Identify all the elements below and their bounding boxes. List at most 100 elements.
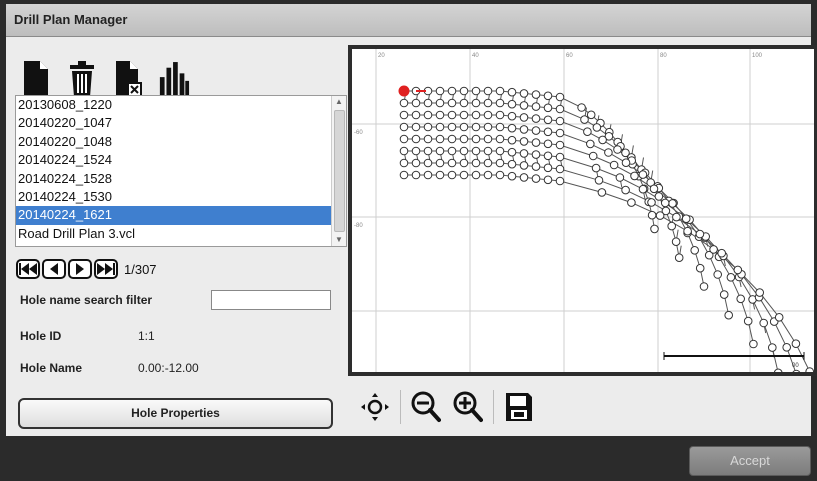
plan-list-item[interactable]: 20140224_1528 <box>16 170 332 188</box>
drill-hole <box>471 158 481 168</box>
scroll-up-arrow[interactable]: ▲ <box>332 96 346 108</box>
x-tick-label: 40 <box>472 53 479 59</box>
drill-hole <box>423 98 433 108</box>
save-button[interactable] <box>502 389 536 425</box>
drill-hole <box>615 173 625 182</box>
drill-hole <box>435 110 445 120</box>
drill-hole <box>483 122 493 132</box>
drill-hole <box>591 163 601 173</box>
scroll-thumb[interactable] <box>334 110 345 232</box>
chart-icon <box>159 62 190 96</box>
hole-name-value: 0.00:-12.00 <box>138 361 199 375</box>
drill-hole <box>647 210 657 220</box>
drill-hole <box>447 86 457 96</box>
first-hole-button[interactable] <box>16 259 40 279</box>
drill-hole <box>690 246 700 255</box>
tool-separator <box>493 390 494 424</box>
drill-hole <box>597 188 607 197</box>
plan-list-item[interactable]: 20140224_1621 <box>16 206 332 225</box>
drill-hole <box>471 98 481 108</box>
drill-hole <box>555 140 565 150</box>
drill-hole <box>543 103 553 113</box>
search-filter-label: Hole name search filter <box>20 293 153 307</box>
zoom-in-button[interactable] <box>451 389 485 425</box>
drill-hole <box>483 134 493 144</box>
previous-hole-button[interactable] <box>42 259 66 279</box>
drill-hole <box>519 125 529 134</box>
drill-hole <box>435 86 445 96</box>
hole-name-search-input[interactable] <box>211 290 331 310</box>
drill-hole <box>647 198 656 207</box>
accept-button[interactable]: Accept <box>689 446 811 476</box>
drill-hole <box>650 224 659 234</box>
title-bar: Drill Plan Manager <box>6 4 811 37</box>
drill-hole <box>447 158 457 168</box>
plan-list-item[interactable]: 20140224_1530 <box>16 188 332 206</box>
drill-hole <box>726 273 736 282</box>
y-tick-label: -80 <box>354 223 363 229</box>
drill-hole <box>543 151 553 161</box>
drill-hole <box>459 134 469 144</box>
drill-hole <box>495 86 505 96</box>
zoom-out-icon <box>411 391 441 422</box>
skip-to-last-icon <box>97 263 115 275</box>
scroll-down-arrow[interactable]: ▼ <box>332 234 346 246</box>
drill-hole <box>805 367 814 372</box>
export-plan-button[interactable] <box>112 57 144 99</box>
drill-plan-view[interactable]: 20 40 60 80 100 -60 -80 00 <box>348 45 817 376</box>
drill-hole <box>507 111 517 121</box>
last-hole-button[interactable] <box>94 259 118 279</box>
plan-list-item[interactable]: 20140220_1048 <box>16 133 332 151</box>
drill-hole <box>531 114 541 123</box>
drill-plan-list[interactable]: 20130608_1220 20140220_1047 20140220_1048 2… <box>15 95 347 247</box>
drill-hole <box>724 310 734 320</box>
drill-hole <box>495 134 505 144</box>
plan-list-item[interactable]: 20140220_1047 <box>16 114 332 132</box>
drill-hole <box>613 145 622 154</box>
drill-hole <box>471 170 481 180</box>
zoom-out-button[interactable] <box>409 389 443 425</box>
drill-hole <box>495 146 505 156</box>
drill-hole <box>459 110 469 120</box>
drill-hole <box>555 92 565 102</box>
drill-hole <box>447 146 457 156</box>
drill-hole <box>638 170 648 179</box>
list-scrollbar[interactable]: ▲ ▼ <box>331 96 346 246</box>
drill-hole <box>411 122 421 132</box>
drill-hole <box>655 211 665 220</box>
new-plan-button[interactable] <box>20 57 52 99</box>
drill-hole <box>423 146 433 156</box>
dialog-body: 20130608_1220 20140220_1047 20140220_1048 2… <box>6 37 817 436</box>
recenter-button[interactable] <box>358 389 392 425</box>
delete-plan-button[interactable] <box>66 57 98 99</box>
drill-hole <box>782 343 792 352</box>
drill-hole <box>531 126 541 135</box>
drill-hole <box>654 192 664 201</box>
drill-plan-canvas[interactable]: 20 40 60 80 100 -60 -80 00 <box>352 49 814 372</box>
drill-hole <box>592 123 602 132</box>
drill-hole <box>749 339 758 349</box>
plan-list-item[interactable]: Road Drill Plan 3.vcl <box>16 225 332 243</box>
drill-hole <box>471 86 481 96</box>
drill-hole <box>649 184 659 194</box>
next-hole-button[interactable] <box>68 259 92 279</box>
drill-hole <box>495 158 505 168</box>
drill-hole <box>519 173 529 182</box>
plan-list-item[interactable]: 20130608_1220 <box>16 96 332 114</box>
statistics-button[interactable] <box>158 57 190 99</box>
drill-hole <box>588 151 598 161</box>
drill-hole <box>459 158 469 168</box>
drill-hole <box>555 152 565 162</box>
plan-list-item[interactable]: 20140224_1524 <box>16 151 332 169</box>
hole-properties-button[interactable]: Hole Properties <box>18 398 333 429</box>
scale-bar-label: 00 <box>792 363 799 369</box>
x-tick-label: 20 <box>378 53 385 59</box>
drill-hole <box>709 245 718 254</box>
drill-hole <box>459 146 469 156</box>
drill-hole <box>483 98 493 108</box>
toolbar <box>20 49 190 99</box>
drill-hole <box>471 122 481 132</box>
drill-hole <box>459 122 469 132</box>
dialog-footer: Accept <box>6 436 811 481</box>
drill-hole <box>483 110 493 120</box>
